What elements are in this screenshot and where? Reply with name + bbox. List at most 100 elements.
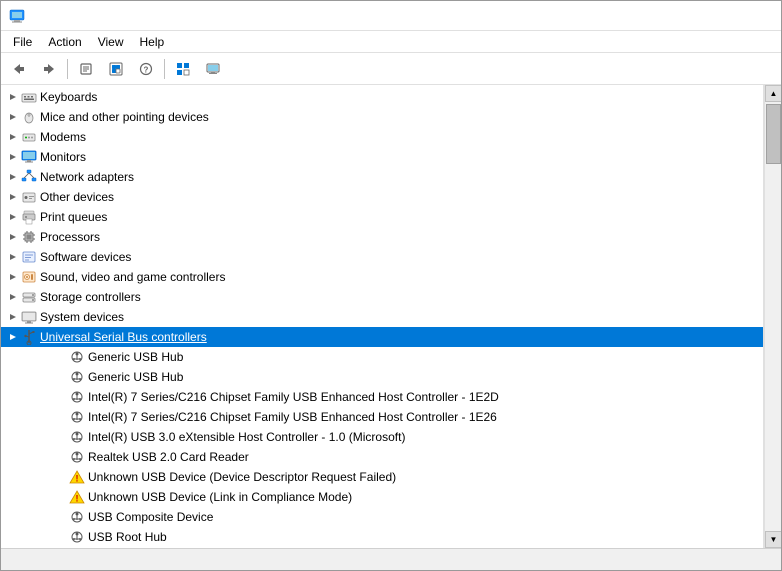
tree-label-intel-xhci: Intel(R) USB 3.0 eXtensible Host Control… xyxy=(88,430,405,444)
tree-item-intel-1e26[interactable]: Intel(R) 7 Series/C216 Chipset Family US… xyxy=(1,407,763,427)
title-bar-icon xyxy=(9,8,25,24)
toolbar-back[interactable] xyxy=(5,56,33,82)
tree-expand-mice xyxy=(5,109,21,125)
tree-item-root-hub1[interactable]: USB Root Hub xyxy=(1,527,763,547)
menu-view[interactable]: View xyxy=(90,31,132,53)
tree-expand-intel-1e2d xyxy=(53,389,69,405)
tree-expand-usb-hub2 xyxy=(53,369,69,385)
tree-item-keyboards[interactable]: Keyboards xyxy=(1,87,763,107)
tree-label-usb-hub1: Generic USB Hub xyxy=(88,350,183,364)
toolbar-monitor[interactable] xyxy=(199,56,227,82)
close-button[interactable] xyxy=(727,1,773,31)
tree-icon-other xyxy=(21,189,37,205)
svg-text:!: ! xyxy=(76,474,79,484)
tree-item-composite[interactable]: USB Composite Device xyxy=(1,507,763,527)
tree-item-modems[interactable]: Modems xyxy=(1,127,763,147)
tree-icon-modems xyxy=(21,129,37,145)
tree-label-usb: Universal Serial Bus controllers xyxy=(40,330,207,344)
tree-item-network[interactable]: Network adapters xyxy=(1,167,763,187)
tree-label-network: Network adapters xyxy=(40,170,134,184)
toolbar-view[interactable] xyxy=(169,56,197,82)
tree-item-print[interactable]: Print queues xyxy=(1,207,763,227)
tree-icon-system xyxy=(21,309,37,325)
tree-label-intel-1e2d: Intel(R) 7 Series/C216 Chipset Family US… xyxy=(88,390,499,404)
minimize-button[interactable] xyxy=(635,1,681,31)
tree-item-software[interactable]: Software devices xyxy=(1,247,763,267)
tree-icon-usb xyxy=(21,329,37,345)
tree-expand-sound xyxy=(5,269,21,285)
tree-expand-monitors xyxy=(5,149,21,165)
tree-item-usb[interactable]: Universal Serial Bus controllers xyxy=(1,327,763,347)
scrollbar-thumb[interactable] xyxy=(766,104,781,164)
tree-expand-keyboards xyxy=(5,89,21,105)
tree-expand-print xyxy=(5,209,21,225)
tree-icon-usb-hub2 xyxy=(69,369,85,385)
status-bar xyxy=(1,548,781,570)
tree-item-intel-xhci[interactable]: Intel(R) USB 3.0 eXtensible Host Control… xyxy=(1,427,763,447)
device-tree[interactable]: Keyboards Mice and other pointing devices… xyxy=(1,85,764,548)
tree-icon-usb-hub1 xyxy=(69,349,85,365)
tree-label-system: System devices xyxy=(40,310,124,324)
tree-label-usb-hub2: Generic USB Hub xyxy=(88,370,183,384)
svg-text:!: ! xyxy=(76,494,79,504)
title-bar xyxy=(1,1,781,31)
device-manager-window: File Action View Help xyxy=(0,0,782,571)
menu-action[interactable]: Action xyxy=(40,31,89,53)
menu-bar: File Action View Help xyxy=(1,31,781,53)
tree-item-monitors[interactable]: Monitors xyxy=(1,147,763,167)
content-area: Keyboards Mice and other pointing devices… xyxy=(1,85,781,548)
tree-icon-processors xyxy=(21,229,37,245)
tree-item-storage[interactable]: Storage controllers xyxy=(1,287,763,307)
tree-label-sound: Sound, video and game controllers xyxy=(40,270,225,284)
tree-label-print: Print queues xyxy=(40,210,107,224)
tree-expand-network xyxy=(5,169,21,185)
tree-item-realtek[interactable]: Realtek USB 2.0 Card Reader xyxy=(1,447,763,467)
toolbar-properties[interactable] xyxy=(72,56,100,82)
tree-label-software: Software devices xyxy=(40,250,131,264)
tree-expand-storage xyxy=(5,289,21,305)
tree-label-root-hub1: USB Root Hub xyxy=(88,530,167,544)
tree-item-unknown1[interactable]: !Unknown USB Device (Device Descriptor R… xyxy=(1,467,763,487)
tree-icon-intel-1e26 xyxy=(69,409,85,425)
tree-item-mice[interactable]: Mice and other pointing devices xyxy=(1,107,763,127)
tree-expand-usb-hub1 xyxy=(53,349,69,365)
title-bar-controls xyxy=(635,1,773,31)
toolbar-update[interactable] xyxy=(102,56,130,82)
tree-expand-processors xyxy=(5,229,21,245)
tree-item-intel-1e2d[interactable]: Intel(R) 7 Series/C216 Chipset Family US… xyxy=(1,387,763,407)
tree-item-unknown2[interactable]: ! Unknown USB Device (Link in Compliance … xyxy=(1,487,763,507)
tree-item-usb-hub2[interactable]: Generic USB Hub xyxy=(1,367,763,387)
scroll-up[interactable]: ▲ xyxy=(765,85,781,102)
scrollbar[interactable]: ▲ ▼ xyxy=(764,85,781,548)
toolbar: ? xyxy=(1,53,781,85)
tree-label-unknown2: Unknown USB Device (Link in Compliance M… xyxy=(88,490,352,504)
tree-icon-print xyxy=(21,209,37,225)
tree-expand-unknown1 xyxy=(53,469,69,485)
tree-label-storage: Storage controllers xyxy=(40,290,141,304)
toolbar-forward[interactable] xyxy=(35,56,63,82)
tree-item-processors[interactable]: Processors xyxy=(1,227,763,247)
maximize-button[interactable] xyxy=(681,1,727,31)
toolbar-sep-2 xyxy=(164,59,165,79)
menu-help[interactable]: Help xyxy=(132,31,173,53)
tree-label-composite: USB Composite Device xyxy=(88,510,213,524)
toolbar-sep-1 xyxy=(67,59,68,79)
tree-icon-realtek xyxy=(69,449,85,465)
tree-item-sound[interactable]: Sound, video and game controllers xyxy=(1,267,763,287)
tree-item-usb-hub1[interactable]: Generic USB Hub xyxy=(1,347,763,367)
tree-icon-monitors xyxy=(21,149,37,165)
tree-expand-other xyxy=(5,189,21,205)
tree-label-mice: Mice and other pointing devices xyxy=(40,110,209,124)
tree-label-modems: Modems xyxy=(40,130,86,144)
tree-label-monitors: Monitors xyxy=(40,150,86,164)
tree-expand-usb xyxy=(5,329,21,345)
tree-expand-unknown2 xyxy=(53,489,69,505)
toolbar-help-icon[interactable]: ? xyxy=(132,56,160,82)
tree-item-system[interactable]: System devices xyxy=(1,307,763,327)
scroll-down[interactable]: ▼ xyxy=(765,531,781,548)
tree-item-other[interactable]: Other devices xyxy=(1,187,763,207)
tree-icon-intel-xhci xyxy=(69,429,85,445)
tree-icon-root-hub1 xyxy=(69,529,85,545)
menu-file[interactable]: File xyxy=(5,31,40,53)
tree-expand-system xyxy=(5,309,21,325)
